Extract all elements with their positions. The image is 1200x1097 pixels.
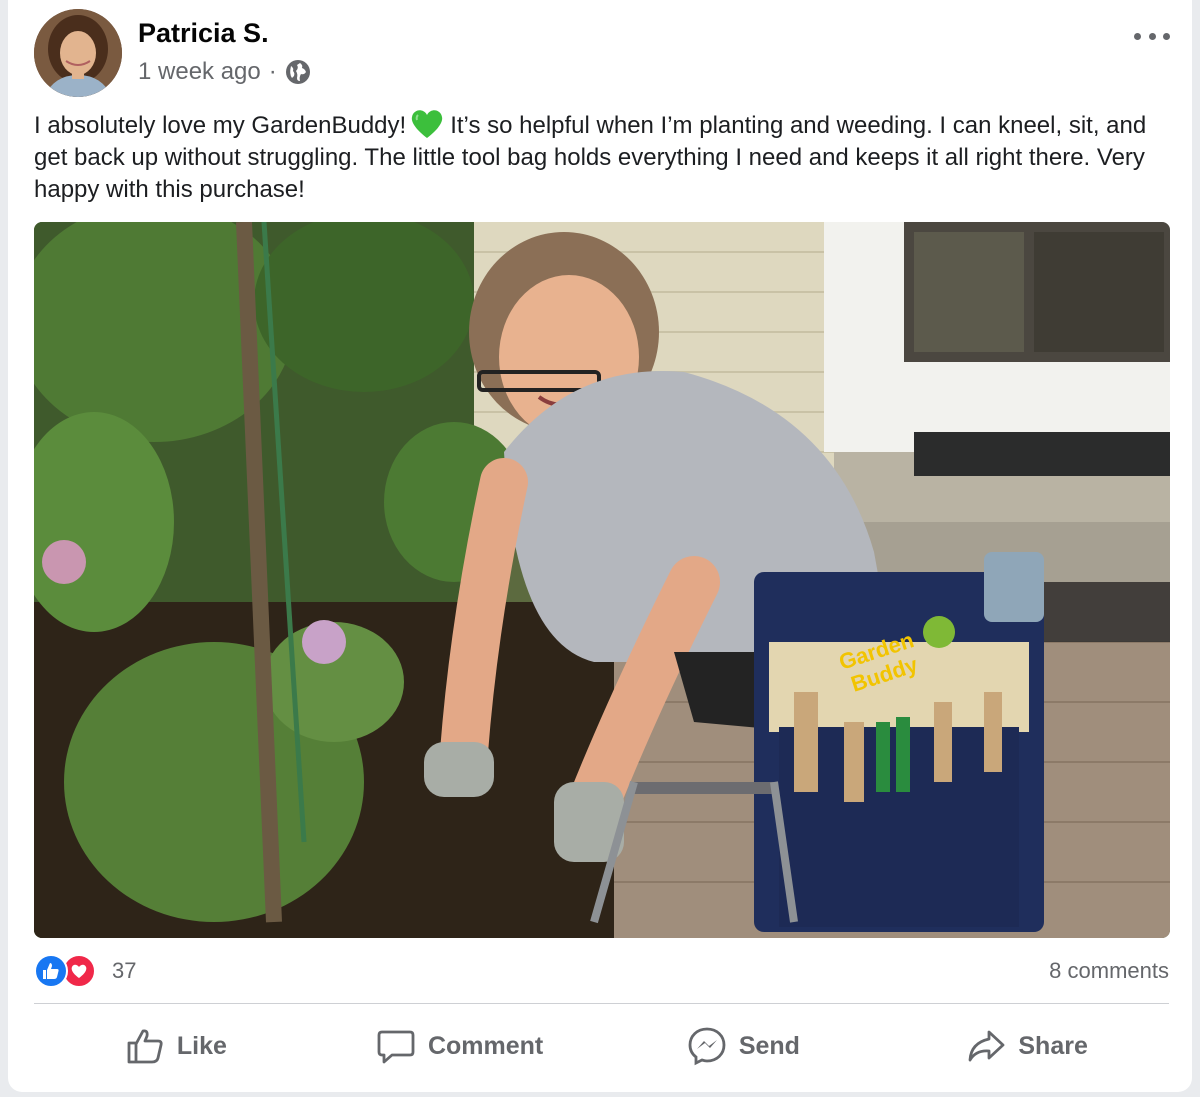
comment-bubble-icon <box>377 1030 415 1064</box>
green-heart-emoji-icon <box>410 108 444 140</box>
post-photo[interactable]: Garden Buddy <box>34 222 1170 938</box>
action-bar: Like Comment Send Share <box>34 1016 1169 1076</box>
send-label: Send <box>738 1031 800 1060</box>
like-label: Like <box>176 1031 227 1060</box>
post-text-part1: I absolutely love my GardenBuddy! <box>34 112 407 139</box>
share-button[interactable]: Share <box>885 1016 1169 1076</box>
post-time[interactable]: 1 week ago <box>138 58 261 86</box>
comment-label: Comment <box>427 1031 544 1060</box>
avatar[interactable] <box>34 9 122 97</box>
comment-button[interactable]: Comment <box>318 1016 602 1076</box>
like-reaction-icon <box>34 954 68 988</box>
dot-icon <box>1148 32 1156 40</box>
comments-count[interactable]: 8 comments <box>1049 958 1169 984</box>
post-card: Patricia S. 1 week ago · I absolutely lo… <box>8 0 1192 1092</box>
share-label: Share <box>1018 1031 1088 1060</box>
dot-icon <box>1134 32 1141 40</box>
share-arrow-icon <box>968 1030 1005 1062</box>
more-options-button[interactable] <box>1134 24 1170 48</box>
globe-icon <box>285 59 311 85</box>
like-button[interactable]: Like <box>34 1016 318 1076</box>
author-name[interactable]: Patricia S. <box>138 18 269 49</box>
reactions-summary[interactable]: 37 <box>34 954 136 988</box>
reactions-count: 37 <box>112 958 137 983</box>
send-button[interactable]: Send <box>602 1016 886 1076</box>
reaction-icons <box>34 954 96 988</box>
messenger-icon <box>688 1027 726 1066</box>
meta-separator: · <box>268 58 277 85</box>
thumbs-up-icon <box>127 1029 163 1064</box>
post-text: I absolutely love my GardenBuddy! It’s so… <box>34 108 1174 206</box>
post-meta: 1 week ago · <box>138 58 311 86</box>
divider <box>34 1003 1169 1004</box>
dot-icon <box>1163 32 1170 40</box>
